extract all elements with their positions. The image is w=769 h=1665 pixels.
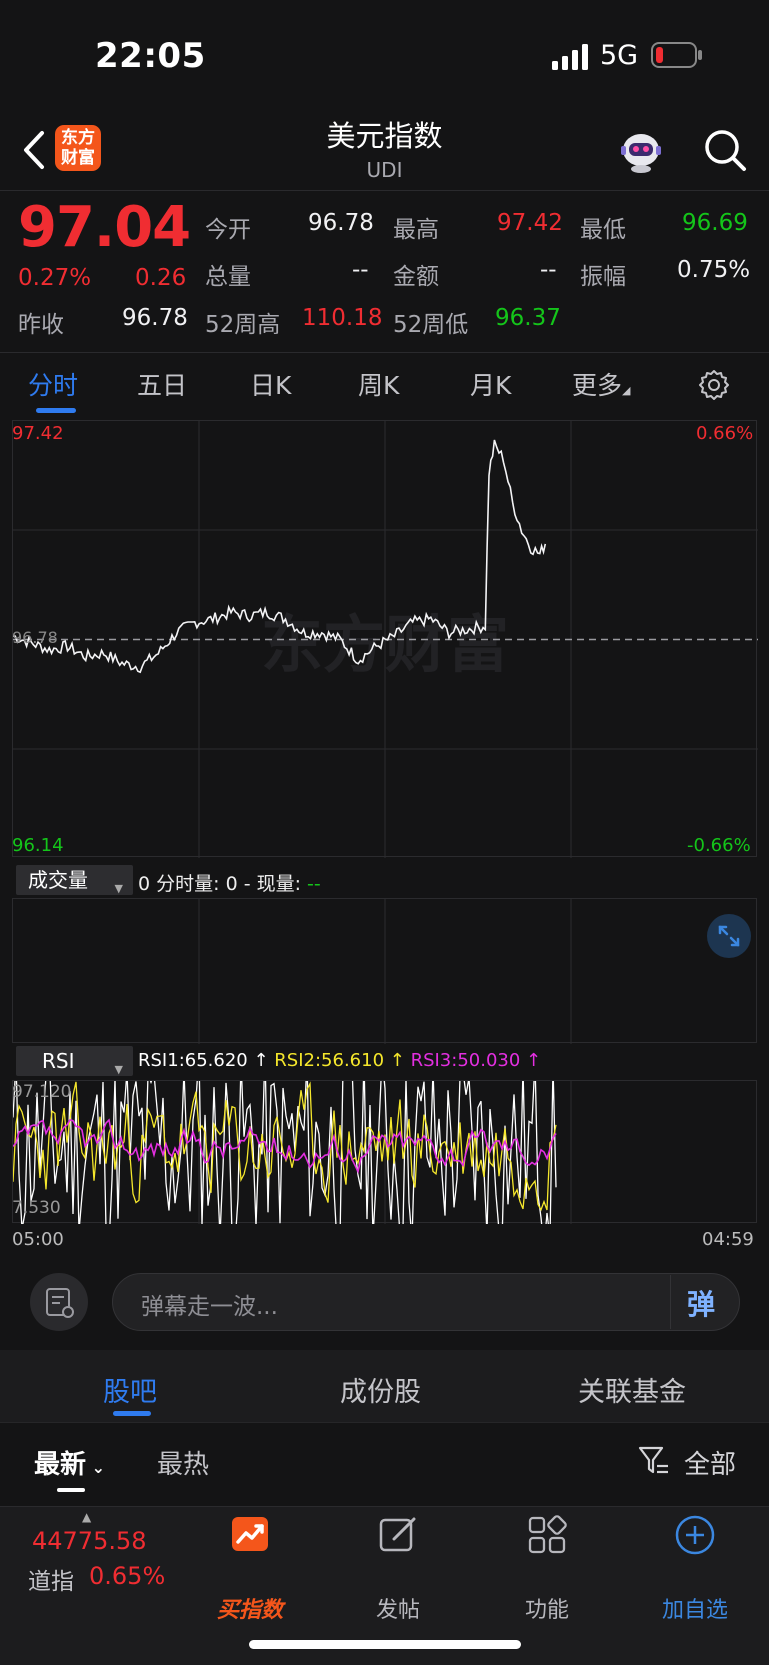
rsi2-value: RSI2:56.610 ↑ (274, 1050, 405, 1071)
rsi3-value: RSI3:50.030 ↑ (410, 1050, 542, 1071)
status-time: 22:05 (95, 36, 206, 76)
note-settings-icon (46, 1288, 74, 1318)
dow-label: 道指 (28, 1569, 74, 1595)
sort-latest-label: 最新 (34, 1450, 87, 1480)
price-axis-baseline: 96.78 (12, 628, 58, 647)
filter-icon[interactable] (637, 1444, 671, 1478)
low-value: 96.69 (682, 210, 748, 236)
tab-more-label: 更多 (572, 371, 623, 400)
rsi-axis-min: 7.530 (12, 1198, 61, 1218)
change-percent: 0.27% (18, 265, 92, 291)
rsi-chart-svg (12, 1045, 572, 1249)
buy-index-label[interactable]: 买指数 (190, 1592, 310, 1624)
settings-gear-icon[interactable] (697, 368, 731, 402)
volume-select-label: 成交量 (28, 868, 88, 892)
amplitude-label: 振幅 (580, 264, 626, 290)
wk52-low-value: 96.37 (495, 305, 561, 331)
pct-axis-max: 0.66% (696, 423, 754, 444)
tab-monthly-k[interactable]: 月K (470, 366, 511, 402)
high-value: 97.42 (497, 210, 563, 236)
wk52-high-value: 110.18 (302, 305, 383, 331)
volume-chart-grid (198, 899, 572, 1044)
subtab-constituents[interactable]: 成份股 (340, 1370, 421, 1409)
tab-more[interactable]: 更多◢ (572, 366, 630, 402)
signal-icon (552, 44, 588, 70)
amount-value: -- (540, 257, 557, 283)
subtab-underline (113, 1411, 151, 1416)
status-bar: 22:05 5G (0, 0, 769, 110)
sort-latest[interactable]: 最新 ⌄ (34, 1444, 105, 1481)
high-label: 最高 (393, 217, 439, 243)
volume-chart (12, 898, 757, 1044)
time-axis-end: 04:59 (702, 1229, 754, 1250)
battery-icon (651, 42, 702, 68)
wk52-high-label: 52周高 (205, 312, 281, 338)
rsi-chart (12, 1045, 757, 1249)
divider (0, 190, 769, 191)
tab-intraday[interactable]: 分时 (28, 366, 78, 402)
tab-weekly-k[interactable]: 周K (358, 366, 399, 402)
volume-value: -- (352, 257, 369, 283)
tab-underline (36, 408, 76, 413)
home-indicator (249, 1640, 521, 1649)
network-type: 5G (600, 40, 639, 71)
open-label: 今开 (205, 217, 251, 243)
volume-info-text: 0 分时量: 0 - 现量: (138, 873, 301, 895)
rsi3-line (12, 1118, 557, 1175)
rsi-axis-max: 97.120 (12, 1082, 72, 1102)
functions-label[interactable]: 功能 (487, 1592, 607, 1624)
chevron-down-icon: ⌄ (86, 1458, 105, 1477)
post-edit-icon[interactable] (378, 1515, 418, 1555)
rsi-select-label: RSI (42, 1049, 75, 1073)
last-price: 97.04 (18, 195, 191, 260)
post-label[interactable]: 发帖 (338, 1592, 458, 1624)
add-watchlist-label[interactable]: 加自选 (635, 1592, 755, 1624)
amount-label: 金额 (393, 264, 439, 290)
danmu-icon: 弹 (687, 1288, 716, 1321)
price-chart[interactable]: 东方财富 (12, 420, 758, 858)
subtab-related-funds[interactable]: 关联基金 (578, 1370, 686, 1409)
danmu-placeholder: 弹幕走一波... (141, 1294, 278, 1320)
rsi1-value: RSI1:65.620 ↑ (138, 1050, 269, 1071)
expand-icon[interactable] (706, 913, 752, 959)
danmu-button[interactable]: 弹 (670, 1275, 738, 1329)
open-value: 96.78 (308, 210, 374, 236)
expand-up-icon[interactable]: ▲ (82, 1510, 91, 1524)
sort-hottest[interactable]: 最热 (157, 1444, 209, 1481)
wk52-low-label: 52周低 (393, 312, 469, 338)
tab-five-day[interactable]: 五日 (137, 366, 187, 402)
watermark-text: 东方财富 (261, 608, 509, 681)
low-label: 最低 (580, 217, 626, 243)
subtab-forum[interactable]: 股吧 (103, 1370, 157, 1409)
filter-all[interactable]: 全部 (684, 1444, 736, 1481)
dow-percent: 0.65% (89, 1562, 166, 1590)
add-watchlist-icon[interactable] (674, 1514, 716, 1556)
volume-indicator-select[interactable]: 成交量 ▼ (16, 865, 133, 895)
sort-underline (57, 1488, 85, 1492)
price-axis-min: 96.14 (12, 835, 64, 856)
search-icon[interactable] (702, 127, 748, 173)
amplitude-value: 0.75% (677, 257, 751, 283)
price-chart-svg: 东方财富 (13, 421, 758, 858)
rsi-legend: RSI1:65.620 ↑ RSI2:56.610 ↑ RSI3:50.030 … (138, 1050, 541, 1071)
pct-axis-min: -0.66% (687, 835, 751, 856)
tab-daily-k[interactable]: 日K (250, 366, 291, 402)
rsi-indicator-select[interactable]: RSI ▼ (16, 1046, 133, 1076)
note-settings-button[interactable] (30, 1273, 88, 1331)
price-axis-max: 97.42 (12, 423, 64, 444)
dow-value[interactable]: 44775.58 (32, 1527, 147, 1555)
current-volume: -- (307, 873, 321, 895)
prev-close-value: 96.78 (122, 305, 188, 331)
functions-grid-icon[interactable] (527, 1515, 567, 1555)
prev-close-label: 昨收 (18, 312, 64, 338)
rsi1-line (12, 1045, 557, 1249)
volume-info: 0 分时量: 0 - 现量: -- (138, 869, 321, 896)
assistant-robot-icon[interactable] (617, 128, 665, 174)
change-amount: 0.26 (135, 265, 187, 291)
volume-label: 总量 (205, 264, 251, 290)
caret-icon: ◢ (622, 384, 631, 397)
time-axis-start: 05:00 (12, 1229, 64, 1250)
buy-index-icon[interactable] (230, 1515, 270, 1553)
